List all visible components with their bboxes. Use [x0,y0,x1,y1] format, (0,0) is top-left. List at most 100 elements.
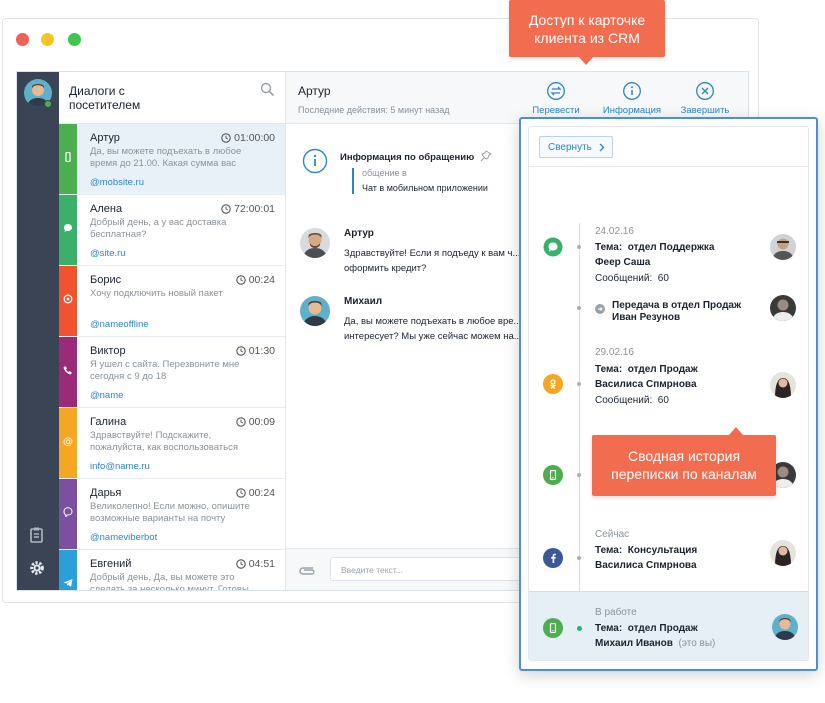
odnoklassniki-channel-icon [543,374,563,394]
dialog-timer: 04:51 [235,558,275,570]
dialog-item-2[interactable]: Алена 72:00:01 Добрый день, а у вас достав… [59,195,285,266]
channel-strip [59,479,77,549]
dialog-name: Дарья [90,487,122,499]
entry-agent: Василиса Спмрнова [595,560,697,571]
dialog-source-link[interactable]: @mobsite.ru [90,177,144,188]
info-icon [623,82,641,100]
clock-icon [235,417,246,427]
channel-strip [59,550,77,590]
dialog-time: 01:00:00 [234,132,275,144]
clipboard-icon[interactable] [28,526,48,546]
minimize-window-button[interactable] [41,33,54,46]
agent-avatar [770,372,796,398]
dialog-time: 00:24 [248,487,275,499]
dialog-preview: Добрый день, а у вас доставка бесплатная… [90,217,227,240]
entry-date: 24.02.16 [595,226,634,237]
finish-label: Завершить [680,105,730,116]
paperclip-icon[interactable] [298,563,316,577]
agent-avatar [770,234,796,260]
entry-topic: Тема: отдел Продаж [595,621,698,636]
dialog-preview: Великолепно! Если можно, опишите возможн… [90,501,250,524]
topic-value: отдел Продаж [627,623,698,634]
facebook-channel-icon [543,548,563,568]
gear-icon[interactable] [28,559,48,579]
dialog-time: 00:09 [248,416,275,428]
message-text: Да, вы можете подъехать в любое вре... и… [344,316,522,342]
entry-topic: Тема: Консультация [595,543,697,558]
request-info-value: Чат в мобильном приложении [362,183,488,193]
timeline-line [579,223,580,628]
entry-status: В работе [595,607,637,618]
channel-strip [59,266,77,336]
timeline-dot [577,382,581,386]
transfer-button[interactable]: Перевести [521,81,591,116]
dialog-name: Евгений [90,558,132,570]
dialog-name: Алена [90,203,123,215]
history-callout-pointer [729,427,743,435]
pin-icon[interactable] [480,150,492,162]
agent-avatar [770,295,796,321]
finish-button[interactable]: Завершить [670,81,740,116]
dialog-preview: Да, вы можете подъехать в любое время до… [90,146,242,169]
entry-agent: Михаил Иванов (это вы) [595,636,715,651]
dialog-timer: 00:09 [235,416,275,428]
maximize-window-button[interactable] [68,33,81,46]
entry-date: 29.02.16 [595,347,634,358]
dialog-item-5[interactable]: @ Галина 00:09 Здравствуйте! Подскажите, по… [59,408,285,479]
request-info-title: Информация по обращению [340,152,475,163]
entry-date: Сейчас [595,529,630,540]
you-label: (это вы) [678,638,716,649]
dialog-source-link[interactable]: @site.ru [90,248,126,259]
agent-avatar [770,540,796,566]
dialog-time: 04:51 [248,558,275,570]
mobile-icon [65,152,71,162]
dialog-list: Диалоги с посетителем Артур 01:00:00 Да, в… [59,72,286,590]
history-panel: Свернуть 24.02.16 Тема: отдел Поддержка … [519,117,818,671]
entry-agent: Василиса Спмрнова [595,379,697,390]
messages-label: Сообщений: [595,273,653,284]
dialog-preview: Хочу подключить новый пакет [90,288,223,299]
dialog-preview: Здравствуйте! Подскажите, пожалуйста, ка… [90,430,238,453]
info-button[interactable]: Информация [597,81,667,116]
clock-icon [221,204,231,214]
info-label: Информация [602,105,662,116]
dialog-item-4[interactable]: Виктор 01:30 Я ушел с сайта. Перезвоните м… [59,337,285,408]
crm-callout-pointer [579,57,593,65]
dialog-item-1[interactable]: Артур 01:00:00 Да, вы можете подъехать в л… [59,124,285,195]
dialog-source-link[interactable]: @nameviberbot [90,532,157,543]
transfer-label: Перевести [532,105,580,116]
timeline-dot [577,556,581,560]
channel-strip [59,337,77,407]
visitor-avatar [300,228,330,258]
dialog-item-7[interactable]: Евгений 04:51 Добрый день, Да, вы можете э… [59,550,285,590]
offline-icon [63,294,73,304]
timeline-dot [577,245,581,249]
dialog-name: Галина [90,416,127,428]
timeline-dot [577,306,581,310]
messages-count: 60 [657,395,669,406]
close-window-button[interactable] [16,33,29,46]
viber-icon [63,507,73,517]
dialog-source-link[interactable]: info@name.ru [90,461,150,472]
history-callout-text: Сводная история переписки по каналам [611,448,757,482]
topic-label: Тема: [595,242,623,253]
dialog-name: Виктор [90,345,126,357]
dialog-timer: 01:30 [235,345,275,357]
search-icon[interactable] [260,82,276,98]
mobile-channel-icon [543,618,563,638]
clock-icon [235,275,246,285]
transfer-agent: Иван Резунов [612,312,681,323]
crm-callout-text: Доступ к карточке клиента из CRM [528,12,646,46]
dialog-name: Артур [90,132,120,144]
channel-strip [59,195,77,265]
dialog-item-6[interactable]: Дарья 00:24 Великолепно! Если можно, опиши… [59,479,285,550]
phone-icon [63,366,72,375]
current-dialog-entry[interactable]: В работе Тема: отдел Продаж Михаил Ивано… [529,591,808,660]
dialog-source-link[interactable]: @name [90,390,123,401]
collapse-button[interactable]: Свернуть [539,136,613,158]
dialog-item-3[interactable]: Борис 00:24 Хочу подключить новый пакет @na… [59,266,285,337]
dialog-source-link[interactable]: @nameoffline [90,319,149,330]
dialog-timer: 00:24 [235,487,275,499]
email-icon: @ [63,437,73,447]
operator-message-avatar [300,296,330,326]
